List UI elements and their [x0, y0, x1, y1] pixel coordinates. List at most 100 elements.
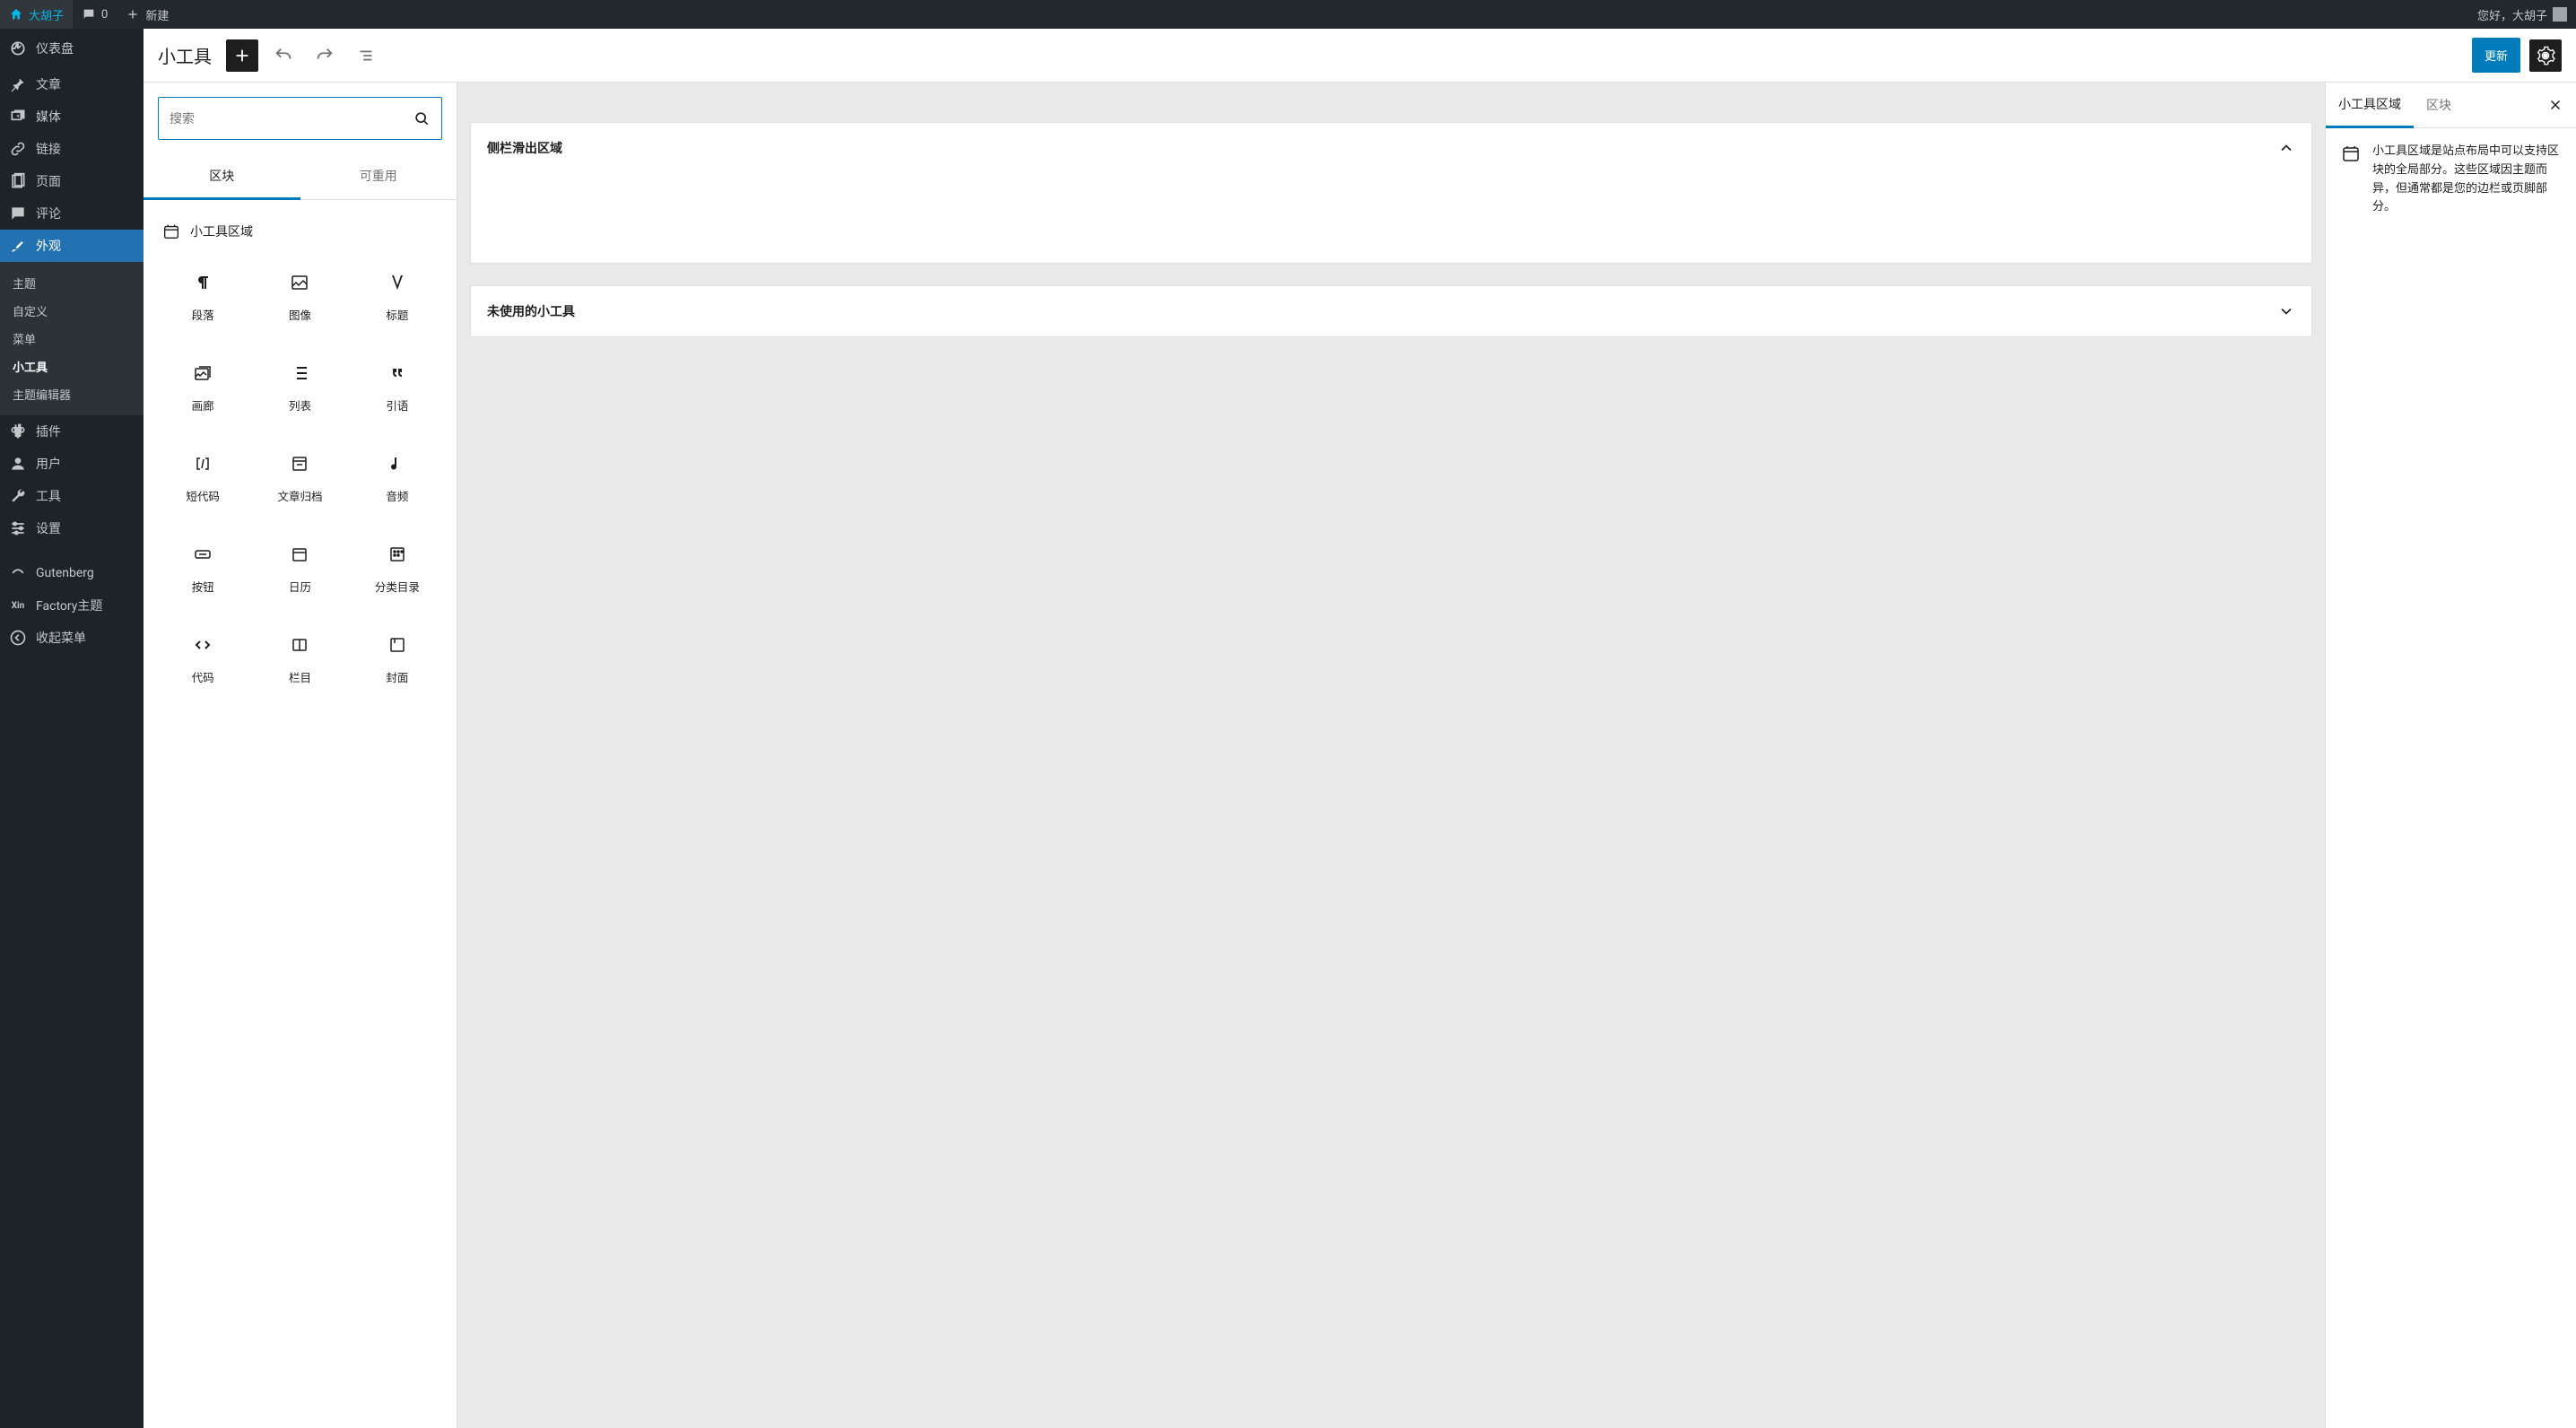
avatar	[2553, 7, 2567, 22]
sidebar-sub-theme-editor[interactable]: 主题编辑器	[0, 380, 144, 408]
block-cover[interactable]: 封面	[352, 618, 442, 701]
sidebar-item-settings[interactable]: 设置	[0, 512, 144, 544]
factory-icon: Xin	[9, 596, 27, 614]
adminbar-account[interactable]: 您好，大胡子	[2468, 0, 2576, 29]
media-icon	[9, 108, 27, 126]
sidebar-item-plugins[interactable]: 插件	[0, 415, 144, 448]
sidebar-item-dashboard[interactable]: 仪表盘	[0, 29, 144, 68]
quote-icon	[387, 362, 408, 384]
undo-button[interactable]	[267, 39, 300, 72]
columns-icon	[289, 634, 310, 656]
gallery-icon	[192, 362, 213, 384]
list-icon	[289, 362, 310, 384]
sidebar-item-appearance[interactable]: 外观	[0, 230, 144, 262]
settings-button[interactable]	[2529, 39, 2562, 72]
adminbar-comments[interactable]: 0	[73, 0, 117, 29]
sidebar-item-pages[interactable]: 页面	[0, 165, 144, 197]
block-archives[interactable]: 文章归档	[255, 437, 344, 520]
sidebar-item-users[interactable]: 用户	[0, 448, 144, 480]
block-shortcode[interactable]: 短代码	[158, 437, 248, 520]
block-gallery[interactable]: 画廊	[158, 346, 248, 430]
pin-icon	[9, 75, 27, 93]
shortcode-icon	[192, 453, 213, 475]
block-inserter-panel: 区块 可重用 小工具区域 段落 图像 标题 画廊 列表 引语	[144, 83, 457, 1428]
editor-canvas[interactable]: 侧栏滑出区域 未使用的小工具	[457, 83, 2325, 1428]
sidebar-sub-themes[interactable]: 主题	[0, 269, 144, 297]
calendar-icon	[289, 544, 310, 565]
adminbar-greeting: 您好，大胡子	[2477, 6, 2547, 23]
block-image[interactable]: 图像	[255, 256, 344, 339]
sidebar-label-settings: 设置	[36, 519, 61, 537]
sidebar-item-media[interactable]: 媒体	[0, 100, 144, 133]
adminbar-site[interactable]: 大胡子	[0, 0, 73, 29]
sidebar-item-factory[interactable]: Xin Factory主题	[0, 589, 144, 622]
sidebar-label-comments: 评论	[36, 205, 61, 222]
sidebar-sub-customize[interactable]: 自定义	[0, 297, 144, 325]
block-button[interactable]: 按钮	[158, 527, 248, 611]
sidebar-label-collapse: 收起菜单	[36, 629, 86, 647]
button-icon	[192, 544, 213, 565]
comment-icon	[82, 7, 96, 22]
page-title: 小工具	[158, 42, 212, 68]
list-view-button[interactable]	[350, 39, 382, 72]
editor-main: 小工具 更新	[144, 29, 2576, 1428]
block-categories[interactable]: 分类目录	[352, 527, 442, 611]
redo-button[interactable]	[309, 39, 341, 72]
settings-panel: 小工具区域 区块 小工具区域是站点布局中可以支持区块的全局部分。这些区域因主题而…	[2325, 83, 2576, 1428]
sidebar-item-comments[interactable]: 评论	[0, 197, 144, 230]
sidebar-label-appearance: 外观	[36, 237, 61, 255]
add-block-button[interactable]	[226, 39, 258, 72]
adminbar-comments-count: 0	[101, 8, 108, 22]
sidebar-sub-menus[interactable]: 菜单	[0, 325, 144, 353]
settings-close-button[interactable]	[2535, 97, 2576, 113]
wrench-icon	[9, 487, 27, 505]
tab-reusable[interactable]: 可重用	[300, 154, 457, 199]
block-columns[interactable]: 栏目	[255, 618, 344, 701]
settings-tab-block[interactable]: 区块	[2414, 83, 2464, 126]
widget-area-unused[interactable]: 未使用的小工具	[470, 285, 2312, 337]
settings-tab-widget-area[interactable]: 小工具区域	[2326, 83, 2414, 128]
block-heading[interactable]: 标题	[352, 256, 442, 339]
collapse-icon	[9, 629, 27, 647]
widget-area-title: 侧栏滑出区域	[487, 139, 562, 157]
admin-sidebar: 仪表盘 文章 媒体 链接 页面 评论 外观 主题 自定义 菜单	[0, 29, 144, 1428]
sidebar-label-factory: Factory主题	[36, 596, 102, 614]
sidebar-label-users: 用户	[36, 455, 61, 473]
sidebar-item-tools[interactable]: 工具	[0, 480, 144, 512]
block-search-box[interactable]	[158, 97, 442, 140]
plus-icon	[126, 7, 140, 22]
sidebar-label-dashboard: 仪表盘	[36, 39, 74, 57]
home-icon	[9, 7, 23, 22]
block-quote[interactable]: 引语	[352, 346, 442, 430]
block-calendar[interactable]: 日历	[255, 527, 344, 611]
block-search-input[interactable]	[170, 111, 413, 126]
adminbar-site-name: 大胡子	[29, 6, 64, 23]
sidebar-item-links[interactable]: 链接	[0, 133, 144, 165]
sidebar-label-plugins: 插件	[36, 422, 61, 440]
search-icon	[413, 109, 431, 127]
block-paragraph[interactable]: 段落	[158, 256, 248, 339]
chevron-up-icon[interactable]	[2277, 139, 2295, 157]
sidebar-label-links: 链接	[36, 140, 61, 158]
sidebar-item-collapse[interactable]: 收起菜单	[0, 622, 144, 654]
tab-blocks[interactable]: 区块	[144, 154, 300, 200]
block-code[interactable]: 代码	[158, 618, 248, 701]
update-button[interactable]: 更新	[2472, 38, 2520, 73]
image-icon	[289, 272, 310, 293]
sidebar-item-posts[interactable]: 文章	[0, 68, 144, 100]
sidebar-label-posts: 文章	[36, 75, 61, 93]
brush-icon	[9, 237, 27, 255]
block-category-header[interactable]: 小工具区域	[158, 214, 442, 256]
block-audio[interactable]: 音频	[352, 437, 442, 520]
sidebar-item-gutenberg[interactable]: Gutenberg	[0, 557, 144, 589]
widget-area-icon	[161, 222, 181, 241]
adminbar-new[interactable]: 新建	[117, 0, 178, 29]
block-list[interactable]: 列表	[255, 346, 344, 430]
adminbar-new-label: 新建	[145, 6, 169, 23]
gutenberg-icon	[9, 564, 27, 582]
user-icon	[9, 455, 27, 473]
widget-area-sidebar-slideout[interactable]: 侧栏滑出区域	[470, 122, 2312, 264]
sidebar-submenu-appearance: 主题 自定义 菜单 小工具 主题编辑器	[0, 262, 144, 415]
chevron-down-icon[interactable]	[2277, 302, 2295, 320]
sidebar-sub-widgets[interactable]: 小工具	[0, 353, 144, 380]
